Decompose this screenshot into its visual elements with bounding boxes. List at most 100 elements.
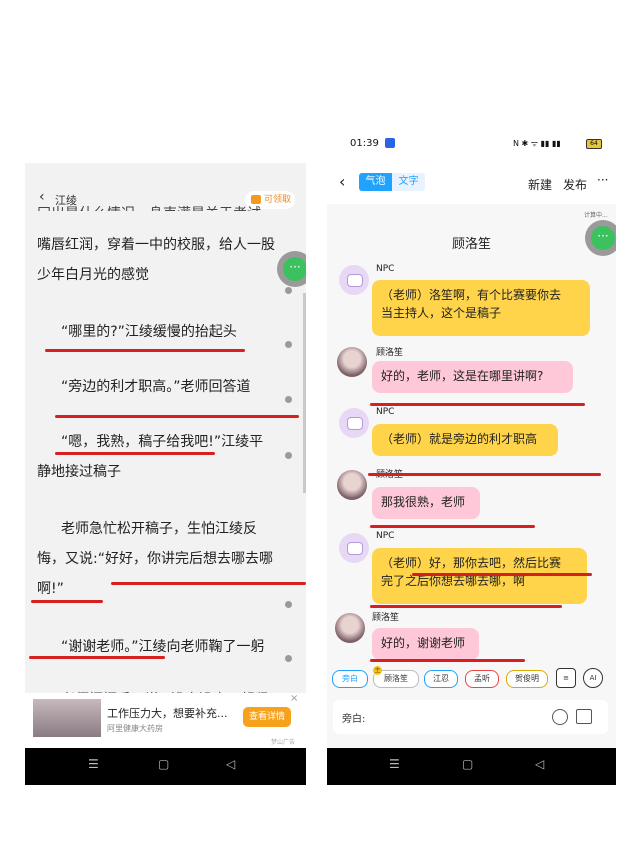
battery-icon: 64 [586,139,602,149]
app-notification-icon [385,138,395,148]
menu-nav-icon[interactable]: ☰ [88,757,99,771]
annotation-underline [29,656,165,659]
annotation-underline [370,525,535,528]
annotation-underline [31,600,103,603]
ai-button[interactable]: AI [583,668,603,688]
speaker-name: NPC [376,407,395,417]
scroll-dot [285,287,292,294]
more-menu-icon[interactable]: ··· [597,173,608,187]
message-line: 好的，老师，这是在哪里讲啊? [381,369,544,383]
paragraph-line: 老师急忙松开稿子，生怕江绫反 [61,521,257,537]
back-chevron-icon[interactable]: ‹ [339,172,345,191]
image-icon[interactable] [576,709,592,724]
menu-nav-icon[interactable]: ☰ [389,757,400,771]
scroll-dot [285,341,292,348]
ad-details-button[interactable]: 查看详情 [243,707,291,727]
npc-avatar[interactable] [339,533,369,563]
status-bar: 01:39 N ✱ ᯤ ▮▮ ▮▮ 64 [327,130,616,158]
message-bubble[interactable]: 好的，谢谢老师 [372,628,479,660]
speaker-name: 顾洛笙 [372,613,400,623]
annotation-underline [370,605,562,608]
message-line: （老师）就是旁边的利才职高 [381,432,538,446]
back-nav-icon[interactable]: ◁ [535,757,544,771]
right-nav-bar: ☰ ▢ ◁ [327,748,616,785]
input-placeholder: 旁白: [342,714,366,725]
system-status-icons: N ✱ ᯤ ▮▮ ▮▮ [513,139,561,148]
speaker-chip-bar: 旁白 顾洛笙 主 江忍 孟听 贺俊明 ≡ AI [327,665,616,691]
character-avatar[interactable] [337,347,367,377]
speaker-name: NPC [376,531,395,541]
scroll-dot [285,655,292,662]
right-chat-editor-screenshot: 01:39 N ✱ ᯤ ▮▮ ▮▮ 64 ‹ 气泡 文字 新建 发布 ··· 计… [327,130,616,785]
annotation-underline [370,659,525,662]
chat-title: 顾洛笙 [451,237,491,252]
paragraph-line: 悔，又说:“好好，你讲完后想去哪去哪 [37,551,273,567]
ad-subtitle: 阿里健康大药房 [107,724,163,733]
more-dots-icon: ··· [283,257,306,281]
annotation-underline [45,349,245,352]
scroll-dot [285,601,292,608]
annotation-underline [370,403,585,406]
chip-narrator[interactable]: 旁白 [332,670,368,688]
status-time: 01:39 [350,138,379,149]
new-button[interactable]: 新建 [528,176,552,193]
scrollbar[interactable] [303,293,306,493]
left-nav-bar: ☰ ▢ ◁ [25,748,306,785]
floating-menu-button[interactable]: ··· [585,220,616,256]
message-bubble[interactable]: （老师）好，那你去吧，然后比赛 完了之后你想去哪去哪，啊 [372,548,587,604]
ad-banner[interactable]: 工作压力大，想要补充... 阿里健康大药房 查看详情 × 梦山广告 [25,693,306,749]
message-bubble[interactable]: 那我很熟，老师 [372,487,480,519]
annotation-underline [111,582,306,585]
chip-character[interactable]: 贺俊明 [506,670,548,688]
speaker-name: NPC [376,264,395,274]
character-avatar[interactable] [337,470,367,500]
tab-text[interactable]: 文字 [392,173,425,191]
annotation-underline [55,415,299,418]
tab-bubble[interactable]: 气泡 [359,173,392,191]
cut-top-line: 冂出是什么情况，身束满是关于考试 [37,199,299,211]
paragraph-line: 静地接过稿子 [37,464,121,480]
calculating-label: 计算中... [584,212,608,219]
chat-bubble-icon [347,274,363,287]
editor-header: ‹ 气泡 文字 新建 发布 ··· [327,158,616,204]
paragraph-line: 少年白月光的感觉 [37,267,149,283]
more-dots-icon: ··· [591,226,615,250]
floating-menu-button[interactable]: ··· [277,251,306,287]
message-line: （老师）洛笙啊，有个比赛要你去 [381,288,562,302]
message-line: （老师）好，那你去吧，然后比赛 [381,556,562,570]
message-line: 当主持人，这个是稿子 [381,306,502,320]
left-reader-screenshot: ‹ 江绫 可领取 冂出是什么情况，身束满是关于考试 嘴唇红润，穿着一中的校服，给… [25,163,306,785]
npc-avatar[interactable] [339,265,369,295]
cut-bottom-line: 老师摆摆手，说 “没事没事，赶紧 [61,685,306,693]
scroll-dot [285,396,292,403]
ad-close-icon[interactable]: × [290,693,298,704]
annotation-underline [368,473,601,476]
ad-mark: 梦山广告 [271,739,296,746]
scroll-dot [285,452,292,459]
lead-badge: 主 [373,666,382,675]
chip-character[interactable]: 江忍 [424,670,458,688]
paragraph-line: 嘴唇红润，穿着一中的校服，给人一股 [37,237,275,253]
message-line: 那我很熟，老师 [381,495,466,509]
chat-bubble-icon [347,542,363,555]
chip-character[interactable]: 孟听 [465,670,499,688]
message-bubble[interactable]: （老师）洛笙啊，有个比赛要你去 当主持人，这个是稿子 [372,280,590,336]
message-input[interactable]: 旁白: [333,700,608,734]
speaker-name: 顾洛笙 [376,348,404,358]
annotation-underline [412,573,592,576]
chat-bubble-icon [347,417,363,430]
npc-avatar[interactable] [339,408,369,438]
emoji-icon[interactable] [552,709,568,725]
publish-button[interactable]: 发布 [563,176,587,193]
character-avatar[interactable] [335,613,365,643]
message-bubble[interactable]: 好的，老师，这是在哪里讲啊? [372,361,573,393]
ad-image [33,699,101,737]
role-list-icon[interactable]: ≡ [556,668,576,688]
home-nav-icon[interactable]: ▢ [158,757,169,771]
home-nav-icon[interactable]: ▢ [462,757,473,771]
ad-title: 工作压力大，想要补充... [107,707,228,720]
paragraph-line: “旁边的利才职高。”老师回答道 [61,379,251,395]
back-nav-icon[interactable]: ◁ [226,757,235,771]
message-bubble[interactable]: （老师）就是旁边的利才职高 [372,424,558,456]
message-line: 好的，谢谢老师 [381,636,466,650]
